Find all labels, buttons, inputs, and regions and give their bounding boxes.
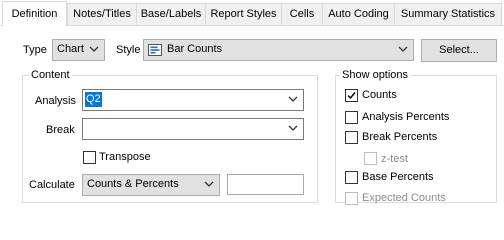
style-label: Style (116, 44, 141, 56)
tab-definition[interactable]: Definition (2, 1, 67, 26)
tab-bar: Definition Notes/Titles Base/Labels Repo… (0, 0, 504, 27)
chevron-down-icon (89, 46, 99, 52)
chevron-down-icon (398, 46, 408, 52)
type-label: Type (23, 44, 47, 56)
content-group-title: Content (29, 69, 72, 81)
counts-label: Counts (362, 89, 397, 101)
calculate-label: Calculate (29, 179, 75, 191)
z-test-label: z-test (381, 153, 408, 165)
analysis-label: Analysis (35, 95, 76, 107)
tab-cells[interactable]: Cells (281, 3, 323, 25)
bar-chart-icon (148, 44, 162, 56)
expected-counts-label: Expected Counts (362, 192, 446, 204)
counts-checkbox[interactable] (345, 89, 358, 102)
base-percents-label: Base Percents (362, 171, 434, 183)
expected-counts-checkbox[interactable] (345, 192, 358, 205)
calculate-value: Counts & Percents (87, 178, 179, 190)
analysis-percents-label: Analysis Percents (362, 111, 450, 123)
style-dropdown[interactable]: Bar Counts (143, 39, 414, 61)
tab-notes-titles[interactable]: Notes/Titles (67, 3, 137, 25)
checkmark-icon (347, 92, 356, 100)
tab-report-styles[interactable]: Report Styles (205, 3, 282, 25)
transpose-label: Transpose (99, 151, 151, 163)
analysis-percents-checkbox[interactable] (345, 111, 358, 124)
select-style-button[interactable]: Select... (421, 39, 497, 62)
calculate-dropdown[interactable]: Counts & Percents (82, 174, 220, 196)
type-dropdown[interactable]: Chart (52, 39, 105, 61)
type-value: Chart (57, 43, 84, 55)
style-value: Bar Counts (167, 43, 223, 55)
chevron-down-icon (288, 125, 298, 131)
tab-auto-coding[interactable]: Auto Coding (322, 3, 395, 25)
show-options-title: Show options (340, 69, 411, 81)
chevron-down-icon (204, 181, 214, 187)
analysis-dropdown[interactable]: Q2 (82, 89, 304, 111)
break-percents-label: Break Percents (362, 131, 438, 143)
tab-base-labels[interactable]: Base/Labels (136, 3, 206, 25)
break-percents-checkbox[interactable] (345, 131, 358, 144)
break-dropdown[interactable] (82, 118, 304, 140)
chevron-down-icon (288, 96, 298, 102)
analysis-value: Q2 (85, 92, 102, 107)
break-label: Break (46, 124, 75, 136)
z-test-checkbox[interactable] (364, 152, 377, 165)
transpose-checkbox[interactable] (83, 151, 96, 164)
tab-summary-statistics[interactable]: Summary Statistics (394, 3, 502, 25)
calculate-extra-input[interactable] (227, 174, 304, 195)
base-percents-checkbox[interactable] (345, 171, 358, 184)
